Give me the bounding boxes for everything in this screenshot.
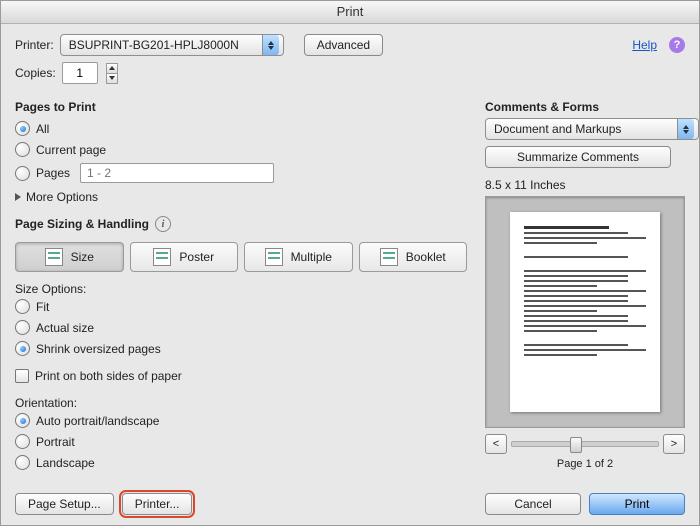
print-dialog: Print Printer: BSUPRINT-BG201-HPLJ8000N …	[0, 0, 700, 526]
dialog-body: Printer: BSUPRINT-BG201-HPLJ8000N Advanc…	[1, 24, 699, 525]
footer-row: Page Setup... Printer... Cancel Print	[15, 483, 685, 515]
radio-icon	[15, 166, 30, 181]
page-indicator: Page 1 of 2	[485, 458, 685, 470]
seg-multiple[interactable]: Multiple	[244, 242, 353, 272]
radio-pages[interactable]: Pages	[15, 163, 467, 183]
radio-orient-landscape[interactable]: Landscape	[15, 455, 467, 470]
right-column: Comments & Forms Document and Markups Su…	[485, 96, 685, 483]
pager-row: < >	[485, 434, 685, 454]
radio-icon	[15, 413, 30, 428]
left-column: Pages to Print All Current page Pages Mo…	[15, 96, 467, 483]
page-slider[interactable]	[511, 441, 659, 447]
copies-row: Copies:	[15, 62, 685, 84]
seg-poster[interactable]: Poster	[130, 242, 239, 272]
help-link[interactable]: Help	[632, 38, 657, 52]
printer-label: Printer:	[15, 38, 54, 52]
seg-size[interactable]: Size	[15, 242, 124, 272]
sizing-title: Page Sizing & Handling	[15, 217, 149, 231]
copies-label: Copies:	[15, 66, 56, 80]
radio-icon	[15, 142, 30, 157]
copies-stepper[interactable]	[106, 63, 118, 84]
printer-row: Printer: BSUPRINT-BG201-HPLJ8000N Advanc…	[15, 34, 685, 56]
sizing-segments: Size Poster Multiple Booklet	[15, 242, 467, 272]
radio-icon	[15, 299, 30, 314]
radio-actual[interactable]: Actual size	[15, 320, 467, 335]
page-range-input[interactable]	[80, 163, 274, 183]
updown-icon	[262, 35, 279, 55]
radio-orient-auto[interactable]: Auto portrait/landscape	[15, 413, 467, 428]
radio-icon	[15, 121, 30, 136]
advanced-button[interactable]: Advanced	[304, 34, 383, 56]
orientation-title: Orientation:	[15, 396, 467, 410]
radio-all[interactable]: All	[15, 121, 467, 136]
radio-orient-portrait[interactable]: Portrait	[15, 434, 467, 449]
help-icon[interactable]: ?	[669, 37, 685, 53]
slider-thumb-icon[interactable]	[570, 437, 582, 453]
size-options-title: Size Options:	[15, 282, 467, 296]
radio-icon	[15, 341, 30, 356]
prev-page-button[interactable]: <	[485, 434, 507, 454]
sizing-title-row: Page Sizing & Handling i	[15, 216, 467, 232]
poster-icon	[153, 248, 171, 266]
comments-select-value: Document and Markups	[494, 122, 671, 136]
comments-title: Comments & Forms	[485, 100, 685, 114]
info-icon[interactable]: i	[155, 216, 171, 232]
preview-frame	[485, 196, 685, 428]
radio-current[interactable]: Current page	[15, 142, 467, 157]
seg-booklet[interactable]: Booklet	[359, 242, 468, 272]
more-options-disclosure[interactable]: More Options	[15, 190, 467, 204]
multiple-icon	[265, 248, 283, 266]
size-icon	[45, 248, 63, 266]
disclosure-triangle-icon	[15, 193, 21, 201]
radio-shrink[interactable]: Shrink oversized pages	[15, 341, 467, 356]
page-setup-button[interactable]: Page Setup...	[15, 493, 114, 515]
stepper-up-icon[interactable]	[106, 63, 118, 74]
preview-dimensions: 8.5 x 11 Inches	[485, 178, 685, 192]
printer-select[interactable]: BSUPRINT-BG201-HPLJ8000N	[60, 34, 284, 56]
radio-icon	[15, 434, 30, 449]
copies-input[interactable]	[62, 62, 98, 84]
print-button[interactable]: Print	[589, 493, 685, 515]
window-title: Print	[337, 4, 364, 19]
printer-button[interactable]: Printer...	[122, 493, 193, 515]
summarize-comments-button[interactable]: Summarize Comments	[485, 146, 671, 168]
cancel-button[interactable]: Cancel	[485, 493, 581, 515]
columns: Pages to Print All Current page Pages Mo…	[15, 96, 685, 483]
checkbox-icon	[15, 369, 29, 383]
titlebar: Print	[1, 1, 699, 24]
next-page-button[interactable]: >	[663, 434, 685, 454]
updown-icon	[677, 119, 694, 139]
booklet-icon	[380, 248, 398, 266]
radio-icon	[15, 320, 30, 335]
printer-select-value: BSUPRINT-BG201-HPLJ8000N	[69, 38, 256, 52]
check-both-sides[interactable]: Print on both sides of paper	[15, 369, 467, 383]
radio-fit[interactable]: Fit	[15, 299, 467, 314]
stepper-down-icon[interactable]	[106, 74, 118, 84]
pages-title: Pages to Print	[15, 100, 467, 114]
comments-select[interactable]: Document and Markups	[485, 118, 699, 140]
radio-icon	[15, 455, 30, 470]
preview-page	[510, 212, 660, 412]
